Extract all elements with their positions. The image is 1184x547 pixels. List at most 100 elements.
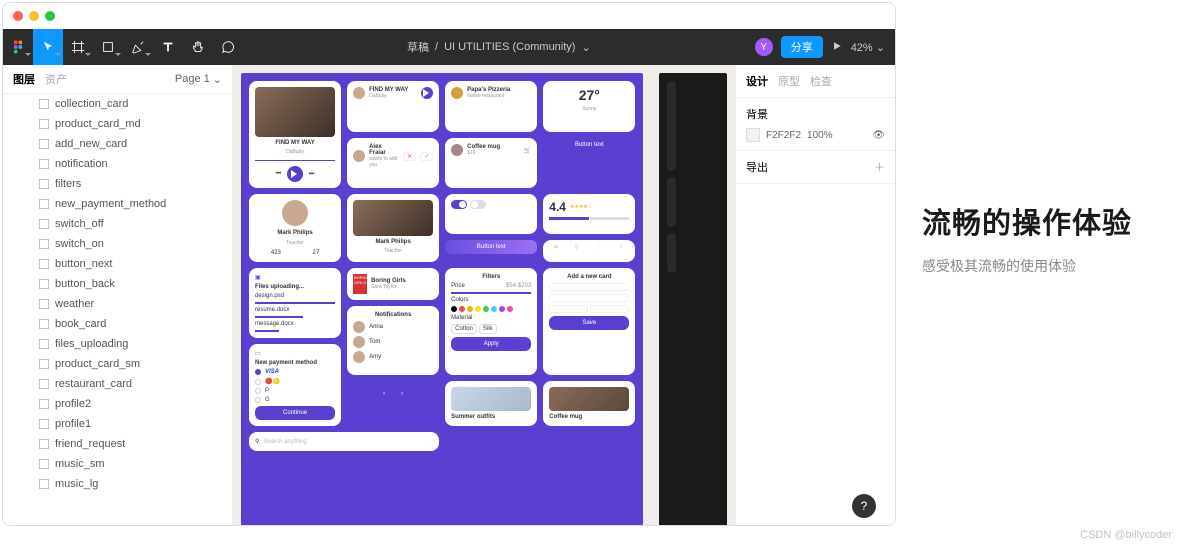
layer-friend_request[interactable]: friend_request [3, 434, 232, 454]
accept-button[interactable]: ✓ [420, 152, 433, 161]
layer-collection_card[interactable]: collection_card [3, 94, 232, 114]
add-export-button[interactable]: ＋ [874, 159, 885, 175]
friend-request-card[interactable]: Alex Fraiarwants to add you✕✓ [347, 138, 439, 188]
add-new-card[interactable]: Add a new card Save [543, 268, 635, 375]
music-lg-card[interactable]: FIND MY WAY DaBaby ⏮ ⏭ [249, 81, 341, 188]
layer-new_payment_method[interactable]: new_payment_method [3, 194, 232, 214]
next-button[interactable]: › [395, 387, 409, 401]
layer-music_lg[interactable]: music_lg [3, 474, 232, 494]
tab-layers[interactable]: 图层 [13, 71, 35, 87]
pen-tool-button[interactable] [123, 29, 153, 65]
layer-button_back[interactable]: button_back [3, 274, 232, 294]
zoom-selector[interactable]: 42% ⌄ [851, 41, 885, 54]
play-button[interactable] [287, 166, 303, 182]
layer-switch_on[interactable]: switch_on [3, 234, 232, 254]
book-card[interactable]: BORING GIRLSBoring GirlsSara Taylor [347, 268, 439, 300]
close-dot[interactable] [13, 11, 23, 21]
expiry-input[interactable] [549, 305, 588, 313]
card-number-input[interactable] [549, 283, 629, 291]
bg-color-hex[interactable]: F2F2F2 [766, 130, 801, 141]
layer-restaurant_card[interactable]: restaurant_card [3, 374, 232, 394]
bg-color-swatch[interactable] [746, 128, 760, 142]
new-payment-card[interactable]: ▭ New payment method VISA 🔴🟡 P G Continu… [249, 344, 341, 426]
maximize-dot[interactable] [45, 11, 55, 21]
frame-tool-button[interactable] [63, 29, 93, 65]
tab-assets[interactable]: 资产 [45, 71, 67, 87]
button-text-2[interactable]: Button text [445, 240, 537, 254]
search-icon[interactable]: ⚲ [575, 244, 579, 259]
radio-mc[interactable] [255, 379, 261, 385]
save-button[interactable]: Save [549, 316, 629, 330]
weather-card[interactable]: 27° Sunny [543, 81, 635, 132]
decline-button[interactable]: ✕ [403, 152, 416, 161]
layer-product_card_md[interactable]: product_card_md [3, 114, 232, 134]
continue-button[interactable]: Continue [255, 406, 335, 420]
layer-add_new_card[interactable]: add_new_card [3, 134, 232, 154]
breadcrumb-file[interactable]: UI UTILITIES (Community) [444, 41, 575, 53]
layer-switch_off[interactable]: switch_off [3, 214, 232, 234]
color-options[interactable] [451, 306, 531, 312]
share-button[interactable]: 分享 [781, 36, 823, 58]
text-tool-button[interactable] [153, 29, 183, 65]
profile1-card[interactable]: Mark Philips Teacher 42327 [249, 194, 341, 262]
cvv-input[interactable] [590, 305, 629, 313]
radio-visa[interactable] [255, 369, 261, 375]
chevron-down-icon[interactable]: ⌄ [581, 41, 590, 54]
tab-prototype[interactable]: 原型 [778, 73, 800, 89]
profile2-card[interactable]: Mark Philips Teacher [347, 194, 439, 262]
restaurant-card[interactable]: Papa's PizzeriaItalian restaurant [445, 81, 537, 132]
switch-off[interactable] [470, 200, 486, 209]
radio-g[interactable] [255, 397, 261, 403]
home-icon[interactable]: ⌂ [554, 244, 558, 259]
layer-button_next[interactable]: button_next [3, 254, 232, 274]
user-avatar[interactable]: Y [755, 38, 773, 56]
layer-profile1[interactable]: profile1 [3, 414, 232, 434]
notifications-card[interactable]: Notifications Anna Tom Amy [347, 306, 439, 375]
hand-tool-button[interactable] [183, 29, 213, 65]
layer-weather[interactable]: weather [3, 294, 232, 314]
move-tool-button[interactable] [33, 29, 63, 65]
layer-files_uploading[interactable]: files_uploading [3, 334, 232, 354]
collection-card[interactable]: Summer outfits [445, 381, 537, 426]
layer-book_card[interactable]: book_card [3, 314, 232, 334]
switch-on[interactable] [451, 200, 467, 209]
files-uploading-card[interactable]: ▣ Files uploading... design.psd resume.d… [249, 268, 341, 338]
shape-tool-button[interactable] [93, 29, 123, 65]
play-icon[interactable] [421, 87, 433, 99]
switches-card[interactable] [445, 194, 537, 234]
breadcrumb-drafts[interactable]: 草稿 [407, 39, 429, 55]
prev-icon[interactable]: ⏮ [276, 171, 281, 178]
layer-product_card_sm[interactable]: product_card_sm [3, 354, 232, 374]
layer-notification[interactable]: notification [3, 154, 232, 174]
toolbar-title[interactable]: 草稿 / UI UTILITIES (Community) ⌄ [243, 39, 755, 55]
layer-profile2[interactable]: profile2 [3, 394, 232, 414]
nav-bar-card[interactable]: ⌂ ⚲ ♡ ☺ [543, 240, 635, 263]
minimize-dot[interactable] [29, 11, 39, 21]
search-bar[interactable]: ⚲ Search anything [249, 432, 439, 451]
filters-card[interactable]: Filters Price$54-$203 Colors Material Co… [445, 268, 537, 375]
product-md-card[interactable]: Coffee mug [543, 381, 635, 426]
back-button[interactable]: ‹ [377, 387, 391, 401]
music-sm-card[interactable]: FIND MY WAYDaBaby [347, 81, 439, 132]
product-sm-card[interactable]: Coffee mug$19🛒 [445, 138, 537, 188]
tab-design[interactable]: 设计 [746, 73, 768, 89]
bg-opacity-value[interactable]: 100% [807, 130, 833, 141]
button-text-1[interactable]: Button text [543, 138, 635, 152]
card-name-input[interactable] [549, 294, 629, 302]
apply-button[interactable]: Apply [451, 337, 531, 351]
tab-inspect[interactable]: 检查 [810, 73, 832, 89]
heart-icon[interactable]: ♡ [596, 244, 601, 259]
help-button[interactable]: ? [852, 494, 876, 518]
present-button[interactable] [831, 40, 843, 55]
eye-icon[interactable]: 👁 [872, 130, 885, 141]
rating-card[interactable]: 4.4★★★★☆ [543, 194, 635, 234]
comment-tool-button[interactable] [213, 29, 243, 65]
radio-pp[interactable] [255, 388, 261, 394]
canvas[interactable]: FIND MY WAY DaBaby ⏮ ⏭ FIND MY WAYDaBaby… [233, 65, 735, 525]
next-icon[interactable]: ⏭ [309, 171, 314, 178]
user-icon[interactable]: ☺ [618, 244, 624, 259]
layer-music_sm[interactable]: music_sm [3, 454, 232, 474]
main-menu-button[interactable] [3, 29, 33, 65]
layer-filters[interactable]: filters [3, 174, 232, 194]
cart-icon[interactable]: 🛒 [524, 147, 531, 154]
